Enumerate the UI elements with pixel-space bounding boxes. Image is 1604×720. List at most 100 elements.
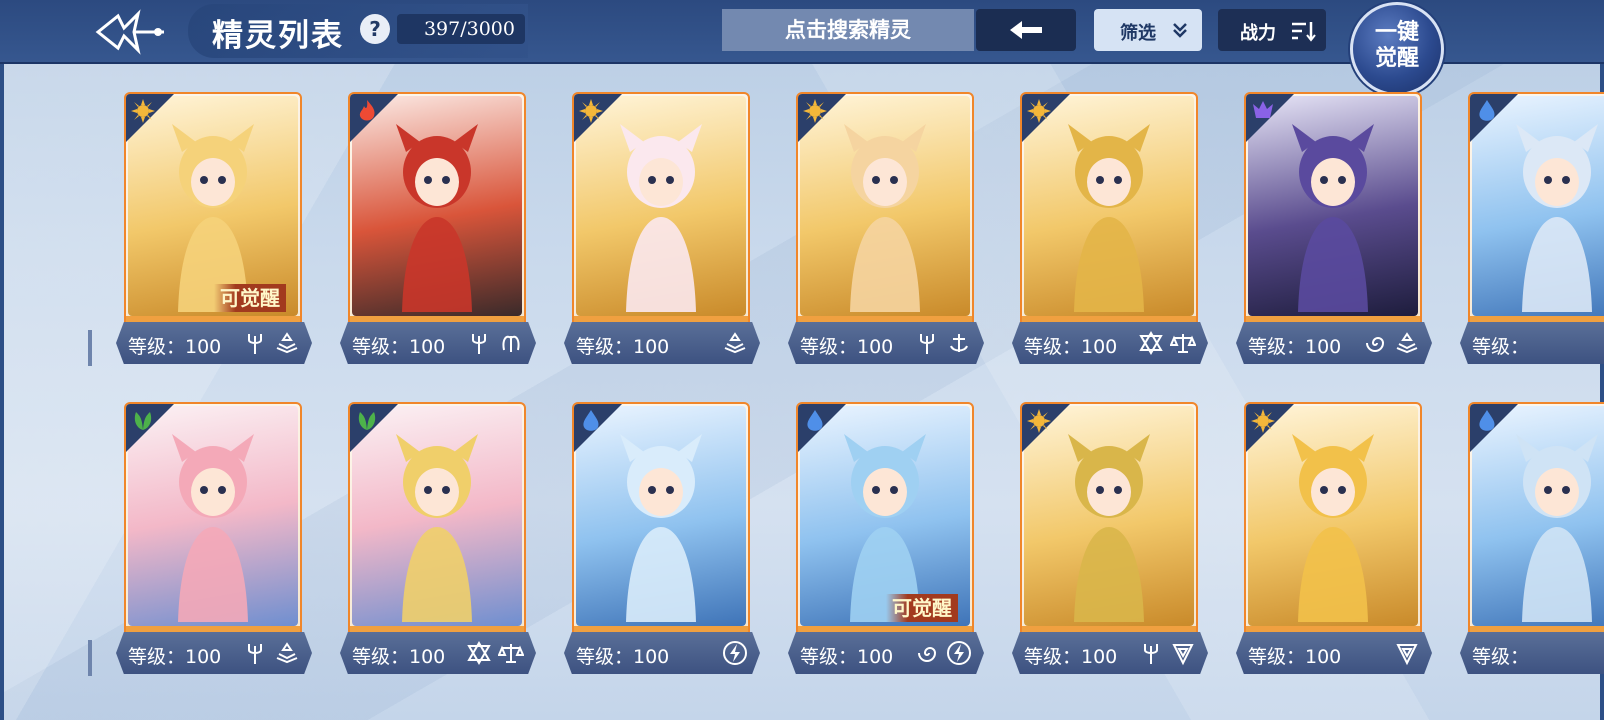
awaken-line2: 觉醒 [1374, 45, 1419, 71]
spirit-figure [172, 124, 254, 312]
bolt-icon [723, 641, 747, 665]
trait-tags [1138, 330, 1196, 356]
spirit-figure [1068, 434, 1150, 622]
one-click-awaken-button[interactable]: 一键 觉醒 [1350, 2, 1444, 96]
chevron-down-icon [1173, 23, 1187, 38]
trait-tags [1138, 640, 1196, 666]
spirit-card[interactable]: 等级：100 [1012, 402, 1208, 678]
trait-tags [466, 330, 524, 356]
card-frame [1020, 92, 1198, 328]
card-frame [1244, 92, 1422, 328]
back-emblem-icon[interactable] [94, 8, 166, 56]
grass-element-icon [134, 412, 152, 430]
tome-icon [724, 332, 746, 354]
tome-icon [276, 332, 298, 354]
anchor-icon [950, 334, 968, 352]
filter-button[interactable]: 筛选 [1094, 9, 1202, 51]
trait-tags [722, 330, 748, 356]
left-edge [0, 0, 4, 720]
level-text: 等级：100 [576, 336, 670, 358]
spirit-card[interactable]: 等级：100 [116, 402, 312, 678]
water-element-icon [1479, 410, 1495, 431]
level-text: 等级：100 [352, 646, 446, 668]
spirit-figure [1516, 434, 1598, 622]
spirit-card[interactable]: 等级：100 [788, 92, 984, 368]
trait-tags [722, 640, 748, 666]
trait-tags [242, 330, 300, 356]
level-text: 等级：100 [1248, 336, 1342, 358]
trait-tags [242, 640, 300, 666]
wings-icon [502, 335, 520, 352]
spirit-figure [620, 434, 702, 622]
spirit-figure [396, 124, 478, 312]
page-title: 精灵列表 [212, 18, 344, 54]
level-text: 等级：100 [1024, 646, 1118, 668]
help-button[interactable]: ? [360, 14, 390, 44]
trait-tags [914, 640, 972, 666]
card-frame [796, 92, 974, 328]
shield-icon [1172, 644, 1194, 666]
spirit-card[interactable]: 等级： [1460, 402, 1604, 678]
card-frame [348, 92, 526, 328]
scale-icon [498, 644, 524, 663]
grass-element-icon [358, 412, 376, 430]
card-frame [1244, 402, 1422, 638]
spirit-figure [1516, 124, 1598, 312]
power-label: 战力 [1240, 23, 1276, 44]
level-text: 等级：100 [800, 646, 894, 668]
spirit-card[interactable]: 等级：100 [564, 402, 760, 678]
swirl-icon [1366, 337, 1385, 352]
card-frame [572, 402, 750, 638]
spirit-card[interactable]: 等级：100 [1236, 92, 1432, 368]
awaken-badge: 可觉醒 [886, 594, 958, 622]
trait-tags [466, 640, 524, 666]
card-frame [1468, 92, 1604, 328]
light-element-icon [131, 99, 155, 123]
spirit-figure [1292, 434, 1374, 622]
level-text: 等级：100 [352, 336, 446, 358]
search-back-button[interactable] [976, 9, 1076, 51]
card-frame: 可觉醒 [124, 92, 302, 328]
spirit-card[interactable]: 等级：100 [340, 92, 536, 368]
star-icon [1139, 331, 1163, 355]
sort-power-button[interactable]: 战力 [1218, 9, 1326, 51]
tome-icon [1396, 332, 1418, 354]
spirit-card[interactable]: 可觉醒 等级：100 [116, 92, 312, 368]
spirit-figure [1292, 124, 1374, 312]
card-frame: 可觉醒 [796, 402, 974, 638]
level-text: 等级： [1472, 336, 1530, 358]
trait-tags [1362, 330, 1420, 356]
trident-icon [248, 644, 262, 664]
trident-icon [1144, 644, 1158, 664]
spirit-card[interactable]: 等级：100 [1012, 92, 1208, 368]
spirit-card[interactable]: 等级：100 [564, 92, 760, 368]
level-text: 等级：100 [800, 336, 894, 358]
level-text: 等级：100 [576, 646, 670, 668]
tome-icon [276, 642, 298, 664]
spirit-figure [620, 124, 702, 312]
top-bar: 精灵列表 ? 397/3000 点击搜索精灵 筛选 战力 一键 觉醒 [0, 0, 1604, 96]
search-input[interactable]: 点击搜索精灵 [722, 9, 974, 51]
spirit-card[interactable]: 可觉醒 等级：100 [788, 402, 984, 678]
row-indicator [88, 640, 92, 676]
light-element-icon [1251, 409, 1275, 433]
spirit-figure [844, 124, 926, 312]
water-element-icon [1479, 100, 1495, 121]
level-text: 等级：100 [128, 336, 222, 358]
card-frame [1468, 402, 1604, 638]
trait-tags [1394, 640, 1420, 666]
spirit-card[interactable]: 等级： [1460, 92, 1604, 368]
spirit-card[interactable]: 等级：100 [1236, 402, 1432, 678]
star-icon [467, 641, 491, 665]
water-element-icon [807, 410, 823, 431]
scale-icon [1170, 334, 1196, 353]
spirit-figure [1068, 124, 1150, 312]
trait-tags [914, 330, 972, 356]
collection-count: 397/3000 [397, 14, 525, 44]
light-element-icon [579, 99, 603, 123]
card-frame [1020, 402, 1198, 638]
spirit-card[interactable]: 等级：100 [340, 402, 536, 678]
card-frame [348, 402, 526, 638]
swirl-icon [918, 647, 937, 662]
fire-element-icon [359, 100, 375, 121]
